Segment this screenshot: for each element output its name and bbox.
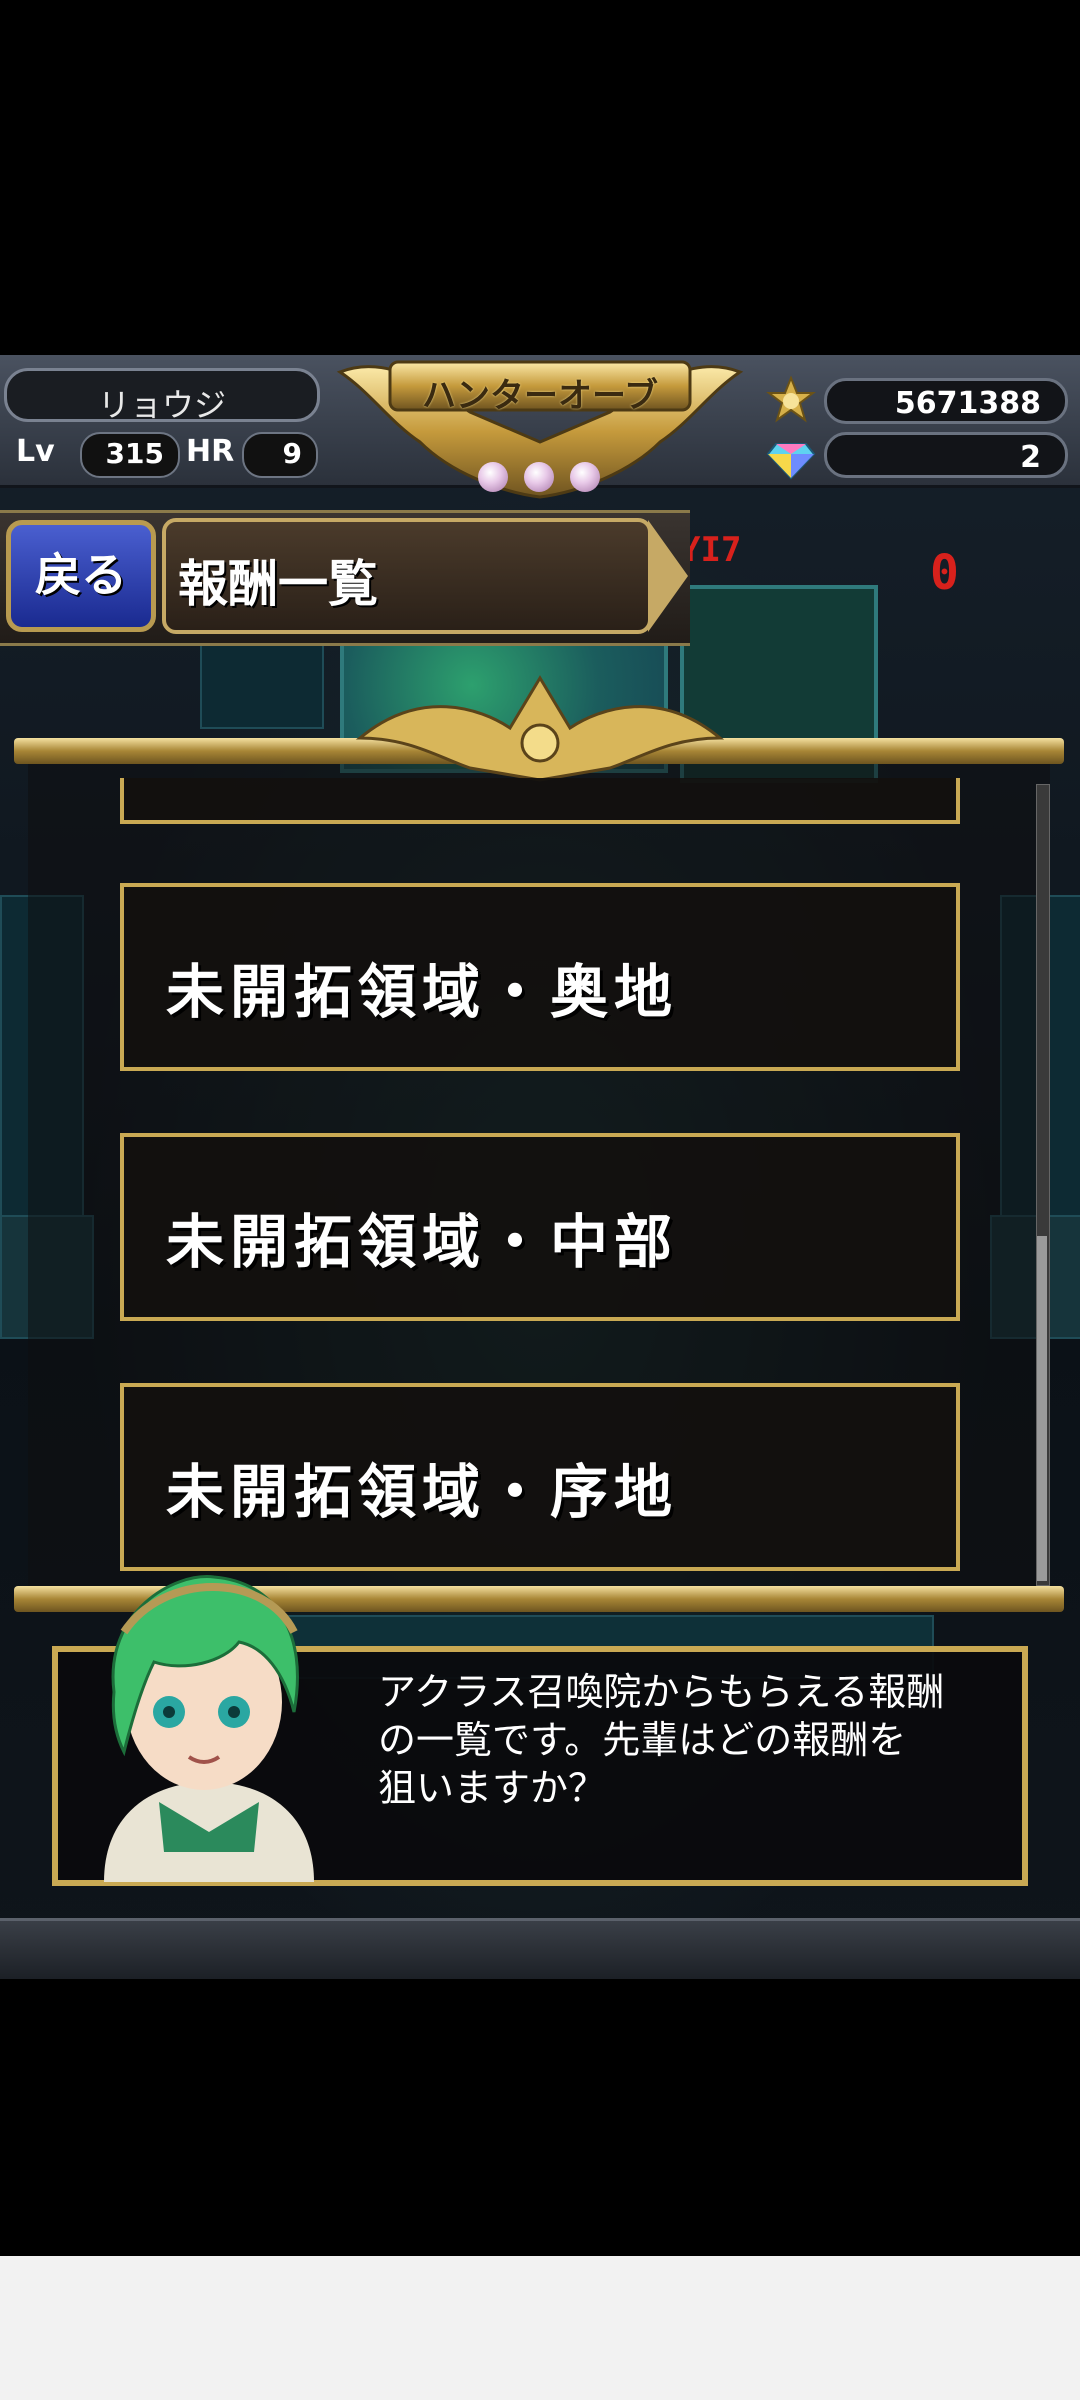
footer-strip [0,1918,1080,1979]
medal-counter: 5671388 [824,378,1068,424]
gem-count: 2 [1020,440,1041,475]
dialog-line: アクラス召喚院からもらえる報酬 [378,1670,945,1714]
system-nav-area [0,2256,1080,2400]
title-arrow-decoration [648,520,688,632]
player-name-pill: リョウジ [4,368,320,424]
level-label: Lv [16,434,55,469]
frame-top-ornament [355,675,725,782]
level-value: 315 [80,432,180,478]
hr-value: 9 [242,432,318,478]
back-button[interactable]: 戻る [6,520,156,632]
player-name: リョウジ [97,386,226,424]
level-row: Lv 315 HR 9 [4,428,320,480]
medal-icon [766,376,816,423]
list-item[interactable]: 未開拓領域・序地 [120,1383,960,1571]
orb-icon [478,462,508,492]
orb-icon [524,462,554,492]
list-item[interactable]: 未開拓領域・中部 [120,1133,960,1321]
list-item[interactable]: 未開拓領域・奥地 [120,883,960,1071]
list-item-label: 未開拓領域・序地 [166,1458,679,1526]
page-title: 報酬一覧 [178,555,378,613]
gem-counter: 2 [824,432,1068,478]
hr-label: HR [186,434,235,469]
scrollbar-thumb[interactable] [1037,1236,1047,1581]
dialog-line: 狙いますか？ [378,1766,607,1810]
list-item-partial [120,778,960,824]
page-title-plate: 報酬一覧 [162,518,652,634]
dialog-line: の一覧です。先輩はどの報酬を [378,1718,907,1762]
list-item-label: 未開拓領域・中部 [166,1208,679,1276]
medal-count: 5671388 [894,386,1041,421]
gem-icon [766,443,816,480]
character-portrait [104,1575,314,1882]
dialog-text: アクラス召喚院からもらえる報酬 の一覧です。先輩はどの報酬を 狙いますか？ [378,1668,998,1812]
orb-icon [570,462,600,492]
list-item-label: 未開拓領域・奥地 [166,958,679,1026]
crest-title: ハンターオーブ [422,376,658,416]
